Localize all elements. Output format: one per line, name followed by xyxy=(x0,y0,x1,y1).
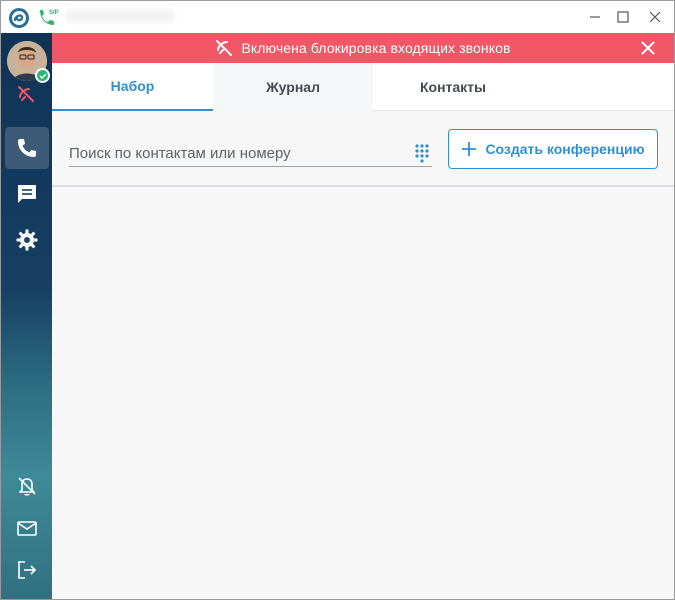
sidebar-item-mail[interactable] xyxy=(5,507,49,549)
app-window: SIP Включена блокировка входящих звонков… xyxy=(0,0,675,600)
tab-dial[interactable]: Набор xyxy=(52,63,213,111)
check-icon xyxy=(38,72,47,79)
close-icon[interactable] xyxy=(640,40,656,56)
sidebar-item-logout[interactable] xyxy=(5,549,49,591)
search-row: Создать конференцию xyxy=(52,111,674,187)
sidebar xyxy=(1,33,52,599)
search-input[interactable] xyxy=(69,141,409,165)
search-field xyxy=(69,141,432,167)
minimize-icon xyxy=(590,16,600,18)
dialpad-icon[interactable] xyxy=(412,143,432,163)
tab-journal[interactable]: Журнал xyxy=(213,63,373,111)
avatar-button[interactable] xyxy=(7,41,50,83)
gear-icon xyxy=(16,229,38,251)
plus-icon xyxy=(462,142,477,156)
content-area xyxy=(52,187,674,599)
app-logo-icon xyxy=(9,8,29,28)
mail-icon xyxy=(17,521,37,536)
call-blocked-icon xyxy=(18,86,34,102)
banner-text: Включена блокировка входящих звонков xyxy=(241,40,511,56)
sip-label: SIP xyxy=(49,10,59,16)
maximize-icon xyxy=(617,11,629,23)
sidebar-item-notifications[interactable] xyxy=(5,465,49,507)
call-blocking-banner: Включена блокировка входящих звонков xyxy=(52,33,674,63)
sidebar-item-chat[interactable] xyxy=(5,173,49,215)
title-bar: SIP xyxy=(1,1,674,33)
close-icon xyxy=(649,11,661,23)
call-blocked-icon xyxy=(216,40,233,56)
create-conference-button[interactable]: Создать конференцию xyxy=(448,129,658,169)
sidebar-item-calls[interactable] xyxy=(5,127,49,169)
phone-icon xyxy=(18,139,36,157)
title-text-blurred xyxy=(65,9,175,23)
chat-icon xyxy=(18,185,36,203)
logout-icon xyxy=(18,561,37,579)
phone-sip-icon: SIP xyxy=(37,7,59,27)
tab-contacts[interactable]: Контакты xyxy=(373,63,533,111)
bell-off-icon xyxy=(18,477,36,496)
sidebar-item-settings[interactable] xyxy=(5,219,49,261)
tab-bar: Набор Журнал Контакты xyxy=(52,63,674,111)
window-close-button[interactable] xyxy=(644,7,666,27)
status-online-badge xyxy=(35,68,50,83)
create-conference-label: Создать конференцию xyxy=(485,141,645,157)
maximize-button[interactable] xyxy=(612,7,634,27)
minimize-button[interactable] xyxy=(584,7,606,27)
